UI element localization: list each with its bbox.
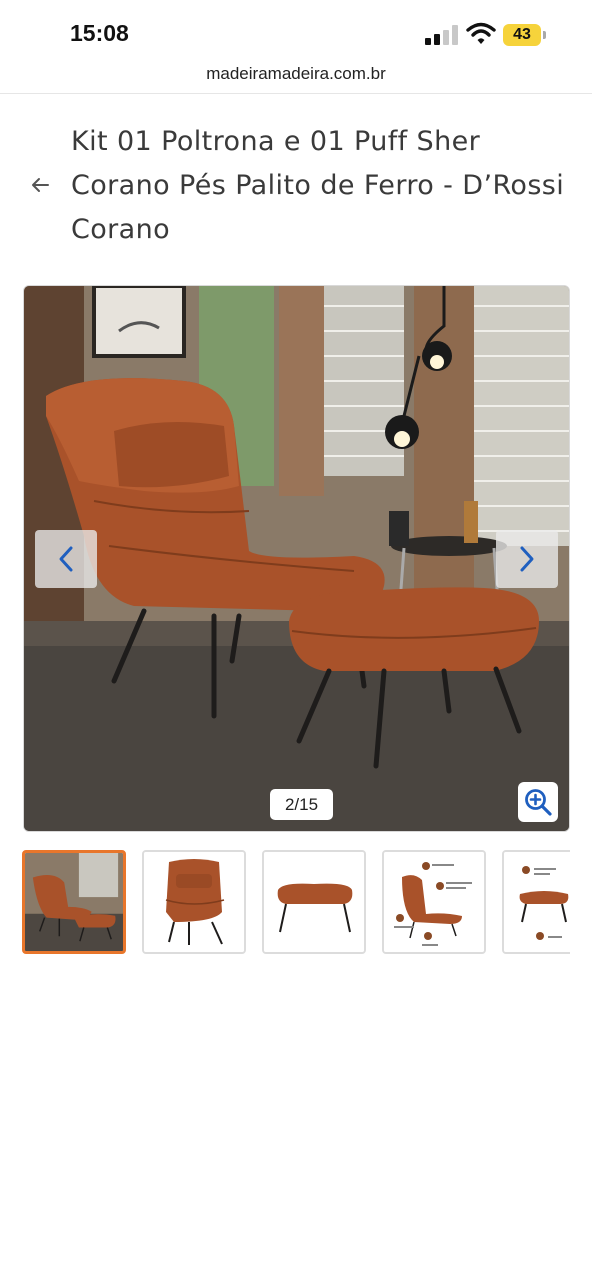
status-bar: 15:08 43 <box>0 0 592 60</box>
thumbnail-image <box>504 852 570 952</box>
url-text: madeiramadeira.com.br <box>206 64 386 83</box>
battery-tip <box>543 31 546 39</box>
thumbnail-image <box>264 852 364 952</box>
gallery-counter: 2/15 <box>270 789 333 820</box>
url-bar[interactable]: madeiramadeira.com.br <box>0 60 592 94</box>
wifi-icon <box>466 22 496 46</box>
thumbnail-measures[interactable] <box>382 850 486 954</box>
zoom-in-icon <box>525 789 552 816</box>
thumbnail-puff[interactable] <box>262 850 366 954</box>
gallery-prev-button[interactable] <box>35 530 97 588</box>
chevron-left-icon <box>59 546 73 572</box>
battery-level: 43 <box>513 26 531 43</box>
zoom-button[interactable] <box>518 782 558 822</box>
chevron-right-icon <box>520 546 534 572</box>
product-title: Kit 01 Poltrona e 01 Puff Sher Corano Pé… <box>71 126 565 245</box>
thumbnail-room-scene[interactable] <box>22 850 126 954</box>
battery-icon: 43 <box>503 24 547 46</box>
thumbnail-armchair[interactable] <box>142 850 246 954</box>
gallery-next-button[interactable] <box>496 530 558 588</box>
signal-icon <box>425 25 459 45</box>
thumbnail-image <box>144 852 244 952</box>
product-main-image[interactable] <box>24 286 569 831</box>
status-time: 15:08 <box>70 20 129 46</box>
thumbnail-image <box>384 852 484 952</box>
thumbnail-details[interactable] <box>502 850 570 954</box>
thumbnail-image <box>25 853 123 951</box>
back-button[interactable] <box>28 172 54 198</box>
product-gallery[interactable]: 2/15 <box>23 285 570 832</box>
arrow-left-icon <box>32 178 49 192</box>
thumbnail-strip[interactable] <box>22 850 570 956</box>
